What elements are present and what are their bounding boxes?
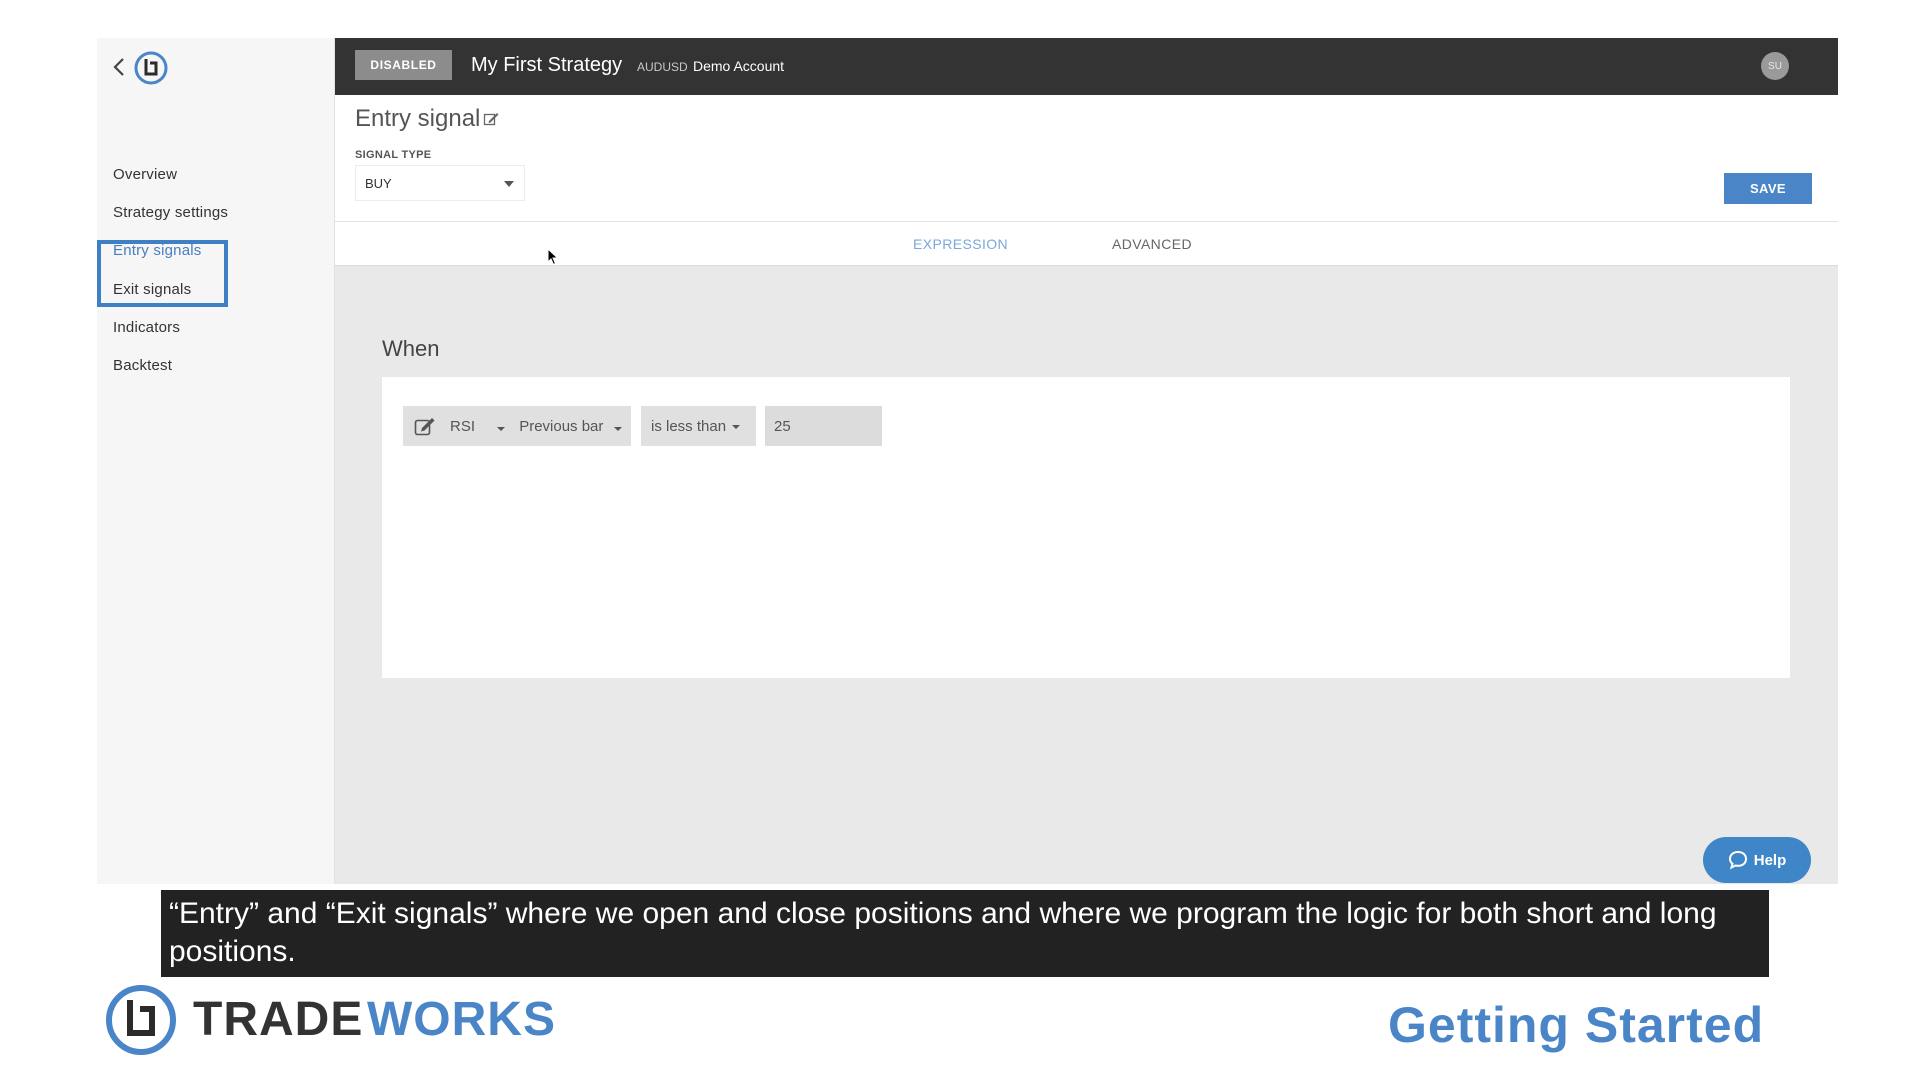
chat-bubble-icon [1728, 850, 1747, 870]
signal-type-value: BUY [365, 175, 392, 191]
dropdown-caret-icon [613, 426, 622, 431]
tab-bar: EXPRESSION ADVANCED [335, 222, 1838, 266]
sidebar-item-overview[interactable]: Overview [113, 166, 177, 183]
account-label: Demo Account [693, 58, 785, 74]
main-content: When RSI Previous bar is less than 25 He… [335, 266, 1838, 884]
tradeworks-logo-icon [106, 985, 176, 1055]
tab-expression[interactable]: EXPRESSION [913, 236, 1008, 252]
save-button[interactable]: SAVE [1724, 173, 1812, 204]
dropdown-caret-icon [504, 181, 514, 187]
avatar[interactable]: SU [1761, 52, 1789, 80]
expression-panel: RSI Previous bar is less than 25 [382, 377, 1790, 678]
help-label: Help [1753, 851, 1787, 869]
app-window: Overview Strategy settings Entry signals… [97, 38, 1838, 884]
threshold-value-input[interactable]: 25 [765, 406, 882, 446]
sidebar: Overview Strategy settings Entry signals… [97, 38, 335, 884]
when-heading: When [382, 336, 440, 361]
mouse-cursor-icon [547, 248, 559, 266]
subtitle-caption: “Entry” and “Exit signals” where we open… [161, 890, 1769, 977]
tradeworks-logo-icon[interactable] [133, 50, 169, 86]
sidebar-item-indicators[interactable]: Indicators [113, 319, 180, 336]
operator-select[interactable]: is less than [641, 406, 756, 446]
signal-type-label: SIGNAL TYPE [355, 149, 432, 161]
signal-type-select[interactable]: BUY [355, 165, 525, 201]
brand-name-trade: TRADE [193, 993, 364, 1046]
sidebar-item-strategy-settings[interactable]: Strategy settings [113, 204, 228, 221]
indicator-chip[interactable]: RSI Previous bar [403, 406, 631, 446]
dropdown-caret-icon [497, 426, 506, 431]
status-badge[interactable]: DISABLED [355, 50, 452, 80]
top-bar: DISABLED My First Strategy AUDUSD Demo A… [335, 38, 1838, 95]
help-button[interactable]: Help [1703, 837, 1811, 883]
sidebar-item-backtest[interactable]: Backtest [113, 357, 172, 374]
bar-value: Previous bar [519, 417, 604, 435]
strategy-name: My First Strategy [471, 54, 623, 76]
indicator-value: RSI [450, 417, 476, 435]
dropdown-caret-icon [732, 425, 741, 429]
section-title: Getting Started [1388, 997, 1765, 1053]
bar-select[interactable]: Previous bar [519, 417, 622, 435]
brand-name-works: WORKS [367, 993, 556, 1046]
back-chevron-icon[interactable] [111, 56, 127, 78]
operator-value: is less than [651, 417, 727, 435]
symbol-label: AUDUSD [637, 60, 688, 74]
page-title: Entry signal [355, 105, 481, 132]
annotation-highlight-box [97, 240, 228, 307]
edit-icon[interactable] [483, 111, 499, 127]
edit-icon[interactable] [414, 416, 436, 436]
indicator-select[interactable]: RSI [450, 417, 506, 435]
page-header: Entry signal SIGNAL TYPE BUY SAVE [335, 95, 1838, 222]
tab-advanced[interactable]: ADVANCED [1112, 236, 1192, 252]
